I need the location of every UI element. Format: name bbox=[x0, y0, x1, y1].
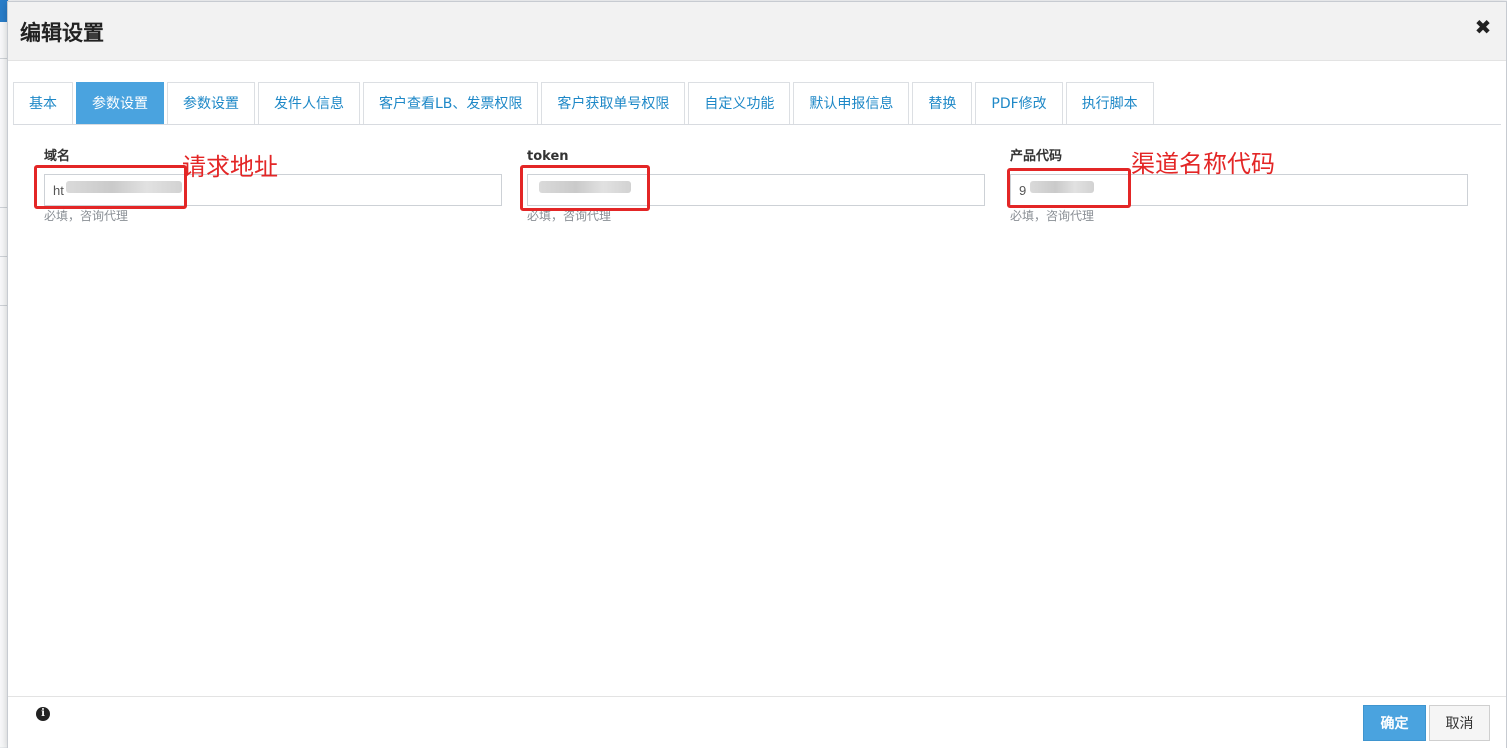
annotation-highlight-product-code bbox=[1007, 168, 1131, 208]
cancel-button[interactable]: 取消 bbox=[1429, 705, 1490, 741]
tab-pdf-modify[interactable]: PDF修改 bbox=[975, 82, 1063, 124]
settings-tabs: 基本 参数设置 参数设置 发件人信息 客户查看LB、发票权限 客户获取单号权限 … bbox=[13, 80, 1501, 125]
tab-parameter-settings[interactable]: 参数设置 bbox=[76, 82, 164, 124]
field-label: token bbox=[527, 149, 569, 164]
dialog-title: 编辑设置 bbox=[20, 21, 104, 45]
info-icon[interactable]: i bbox=[36, 707, 50, 721]
field-help-text: 必填，咨询代理 bbox=[44, 209, 129, 223]
tab-sender-info[interactable]: 发件人信息 bbox=[258, 82, 360, 124]
tab-parameter-settings-2[interactable]: 参数设置 bbox=[167, 82, 255, 124]
annotation-highlight-domain bbox=[34, 165, 187, 209]
dialog-footer: i 确定 取消 bbox=[8, 696, 1506, 748]
confirm-button[interactable]: 确定 bbox=[1363, 705, 1426, 741]
tab-customer-label-invoice-permission[interactable]: 客户查看LB、发票权限 bbox=[363, 82, 539, 124]
tab-execute-script[interactable]: 执行脚本 bbox=[1065, 82, 1154, 124]
tab-basic[interactable]: 基本 bbox=[13, 82, 73, 124]
tab-default-declaration-info[interactable]: 默认申报信息 bbox=[793, 82, 910, 124]
edit-settings-dialog: 编辑设置 ✖ 基本 参数设置 参数设置 发件人信息 客户查看LB、发票权限 客户… bbox=[7, 1, 1507, 748]
tab-custom-functions[interactable]: 自定义功能 bbox=[688, 82, 791, 124]
annotation-label-domain: 请求地址 bbox=[182, 153, 278, 181]
tab-customer-tracking-number-permission[interactable]: 客户获取单号权限 bbox=[541, 82, 686, 124]
field-help-text: 必填，咨询代理 bbox=[1010, 209, 1095, 223]
dialog-header: 编辑设置 ✖ bbox=[8, 2, 1506, 61]
close-icon[interactable]: ✖ bbox=[1474, 16, 1492, 38]
annotation-highlight-token bbox=[520, 165, 650, 211]
annotation-label-product-code: 渠道名称代码 bbox=[1131, 150, 1275, 178]
tab-replace[interactable]: 替换 bbox=[912, 82, 973, 124]
